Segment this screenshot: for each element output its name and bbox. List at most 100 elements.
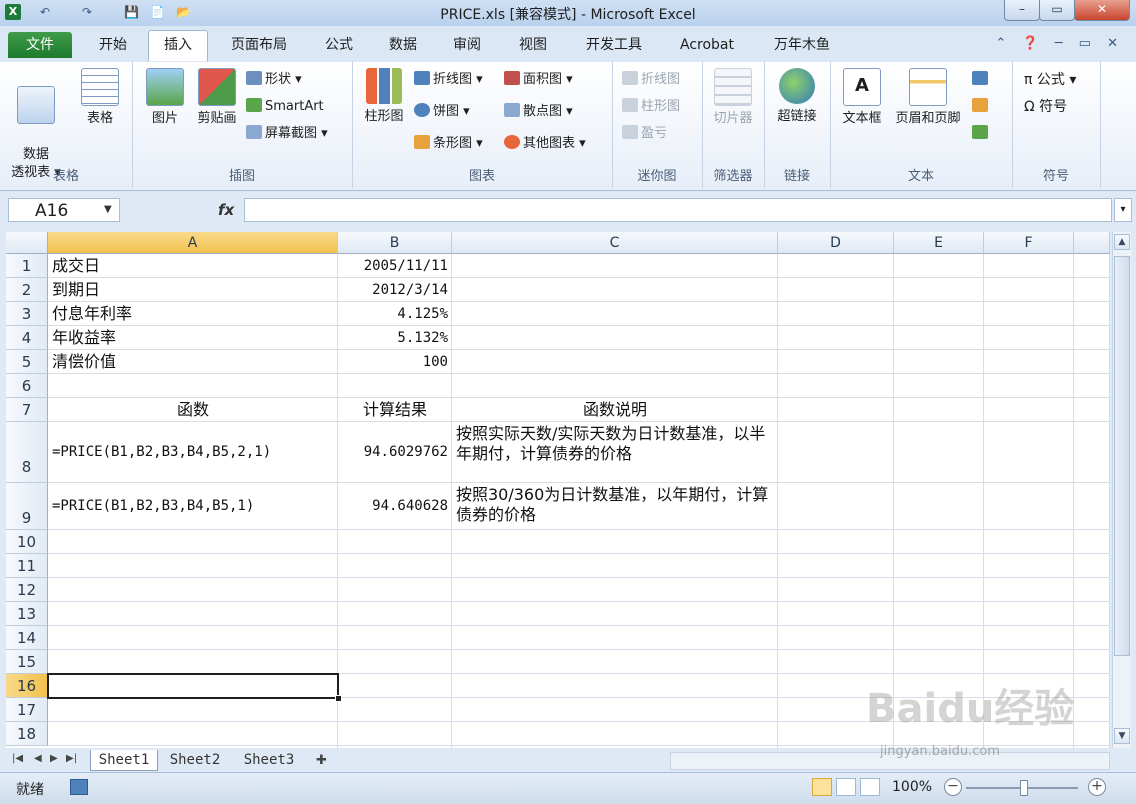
row-header-1[interactable]: 1 [6, 254, 48, 278]
pie-chart-button[interactable]: 饼图 ▾ [414, 102, 470, 122]
table-button[interactable]: 表格 [72, 68, 128, 128]
zoom-slider-thumb[interactable] [1020, 780, 1028, 796]
prev-sheet-icon[interactable]: ◀ [34, 753, 42, 764]
row-header-3[interactable]: 3 [6, 302, 48, 326]
header-footer-button[interactable]: 页眉和页脚 [890, 68, 966, 128]
tab-page-layout[interactable]: 页面布局 [222, 34, 296, 56]
cell-b9[interactable]: 94.640628 [342, 483, 448, 539]
tab-formulas[interactable]: 公式 [314, 34, 364, 56]
cell-b7[interactable]: 计算结果 [342, 398, 448, 422]
column-header-a[interactable]: A [48, 232, 338, 254]
minimize-button[interactable]: – [1004, 0, 1040, 21]
hyperlink-button[interactable]: 超链接 [768, 68, 826, 126]
row-header-13[interactable]: 13 [6, 602, 48, 626]
scatter-chart-button[interactable]: 散点图 ▾ [504, 102, 573, 122]
row-header-6[interactable]: 6 [6, 374, 48, 398]
picture-button[interactable]: 图片 [140, 68, 190, 128]
tab-view[interactable]: 视图 [508, 34, 558, 56]
screenshot-button[interactable]: 屏幕截图 ▾ [246, 124, 328, 144]
page-break-view-button[interactable] [860, 778, 880, 796]
first-sheet-icon[interactable]: |◀ [12, 753, 23, 764]
wordart-button[interactable] [972, 70, 991, 90]
zoom-out-button[interactable]: − [944, 778, 962, 796]
normal-view-button[interactable] [812, 778, 832, 796]
row-header-4[interactable]: 4 [6, 326, 48, 350]
symbol-button[interactable]: Ω 符号 [1024, 97, 1067, 117]
row-header-18[interactable]: 18 [6, 722, 48, 746]
line-chart-button[interactable]: 折线图 ▾ [414, 70, 483, 90]
cell-b3[interactable]: 4.125% [342, 302, 448, 326]
row-header-2[interactable]: 2 [6, 278, 48, 302]
cell-a2[interactable]: 到期日 [52, 278, 334, 302]
column-header-e[interactable]: E [894, 232, 984, 254]
column-header-f[interactable]: F [984, 232, 1074, 254]
cell-a1[interactable]: 成交日 [52, 254, 334, 278]
tab-review[interactable]: 审阅 [442, 34, 492, 56]
cell-b5[interactable]: 100 [342, 350, 448, 374]
cell-b1[interactable]: 2005/11/11 [342, 254, 448, 278]
page-layout-view-button[interactable] [836, 778, 856, 796]
cell-a7[interactable]: 函数 [52, 398, 334, 422]
row-header-12[interactable]: 12 [6, 578, 48, 602]
scroll-down-icon[interactable]: ▼ [1114, 728, 1130, 744]
row-header-17[interactable]: 17 [6, 698, 48, 722]
cell-c7[interactable]: 函数说明 [456, 398, 774, 422]
select-all-button[interactable] [6, 232, 48, 254]
column-header-c[interactable]: C [452, 232, 778, 254]
zoom-in-button[interactable]: + [1088, 778, 1106, 796]
other-charts-button[interactable]: 其他图表 ▾ [504, 134, 586, 154]
object-button[interactable] [972, 124, 991, 144]
sparkline-line-button[interactable]: 折线图 [622, 70, 680, 90]
active-cell-selection[interactable] [47, 673, 339, 699]
row-header-16[interactable]: 16 [6, 674, 48, 698]
cell-a4[interactable]: 年收益率 [52, 326, 334, 350]
column-header-next[interactable] [1074, 232, 1110, 254]
last-sheet-icon[interactable]: ▶| [66, 753, 77, 764]
sparkline-winloss-button[interactable]: 盈亏 [622, 124, 667, 144]
sheet-tab-sheet2[interactable]: Sheet2 [160, 750, 230, 770]
tab-insert[interactable]: 插入 [148, 30, 208, 61]
tab-wannian-muyu[interactable]: 万年木鱼 [760, 34, 844, 56]
row-header-11[interactable]: 11 [6, 554, 48, 578]
scroll-up-icon[interactable]: ▲ [1114, 234, 1130, 250]
shapes-button[interactable]: 形状 ▾ [246, 70, 302, 90]
worksheet-grid[interactable]: A B C D E F 1 2 3 4 5 6 7 8 9 10 11 12 13 14 15 16 17 18 成交日 2005… [6, 232, 1110, 748]
column-header-d[interactable]: D [778, 232, 894, 254]
help-icon[interactable]: ⌃ ❓ ─ ▭ ✕ [995, 36, 1124, 51]
cell-a5[interactable]: 清偿价值 [52, 350, 334, 374]
row-header-8[interactable]: 8 [6, 422, 48, 483]
bar-chart-button[interactable]: 条形图 ▾ [414, 134, 483, 154]
formula-input[interactable] [244, 198, 1112, 222]
clipart-button[interactable]: 剪贴画 [192, 68, 242, 128]
expand-formula-bar-icon[interactable]: ▾ [1114, 198, 1132, 222]
row-header-10[interactable]: 10 [6, 530, 48, 554]
sheet-tab-sheet3[interactable]: Sheet3 [234, 750, 304, 770]
tab-developer[interactable]: 开发工具 [574, 34, 654, 56]
slicer-button[interactable]: 切片器 [706, 68, 760, 128]
sheet-tab-sheet1[interactable]: Sheet1 [90, 750, 158, 771]
tab-data[interactable]: 数据 [378, 34, 428, 56]
cell-c8[interactable]: 按照实际天数/实际天数为日计数基准，以半年期付，计算债券的价格 [456, 424, 774, 483]
column-chart-button[interactable]: 柱形图 [358, 68, 410, 126]
cell-a9[interactable]: =PRICE(B1,B2,B3,B4,B5,1) [52, 483, 334, 539]
row-header-7[interactable]: 7 [6, 398, 48, 422]
macro-record-icon[interactable] [70, 779, 88, 795]
smartart-button[interactable]: SmartArt [246, 97, 324, 117]
row-header-15[interactable]: 15 [6, 650, 48, 674]
row-header-9[interactable]: 9 [6, 483, 48, 530]
zoom-level[interactable]: 100% [892, 779, 932, 795]
sparkline-column-button[interactable]: 柱形图 [622, 97, 680, 117]
close-button[interactable]: ✕ [1074, 0, 1130, 21]
maximize-button[interactable]: ▭ [1039, 0, 1075, 21]
insert-sheet-icon[interactable]: ✚ [316, 753, 327, 768]
equation-button[interactable]: π 公式 ▾ [1024, 70, 1076, 90]
row-header-5[interactable]: 5 [6, 350, 48, 374]
cell-c9[interactable]: 按照30/360为日计数基准，以年期付，计算债券的价格 [456, 485, 774, 530]
textbox-button[interactable]: A 文本框 [834, 68, 890, 128]
name-box-dropdown-icon[interactable]: ▼ [104, 198, 112, 222]
tab-home[interactable]: 开始 [88, 34, 138, 56]
tab-acrobat[interactable]: Acrobat [670, 34, 744, 56]
cell-a3[interactable]: 付息年利率 [52, 302, 334, 326]
signature-line-button[interactable] [972, 97, 991, 117]
cell-b4[interactable]: 5.132% [342, 326, 448, 350]
